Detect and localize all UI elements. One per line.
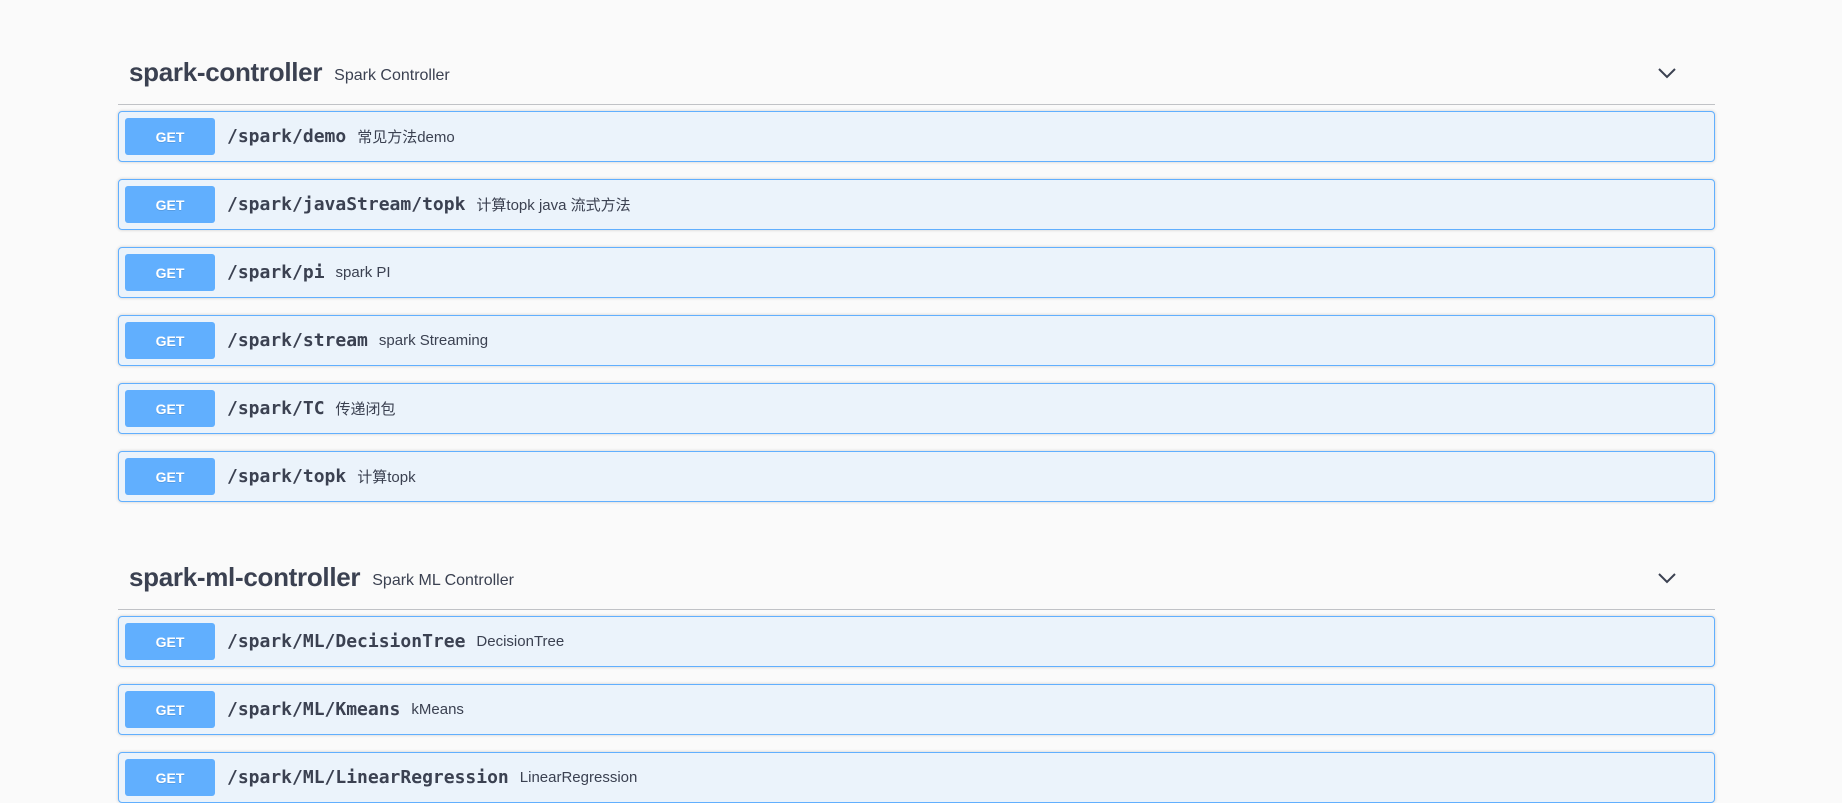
operation-row[interactable]: GET /spark/ML/LinearRegression LinearReg… bbox=[118, 752, 1715, 803]
operation-row[interactable]: GET /spark/javaStream/topk 计算topk java 流… bbox=[118, 179, 1715, 230]
operation-summary: 传递闭包 bbox=[335, 401, 396, 418]
swagger-operations-list: spark-controller Spark Controller GET /s… bbox=[118, 0, 1715, 803]
operation-row[interactable]: GET /spark/ML/Kmeans kMeans bbox=[118, 684, 1715, 735]
operation-path: /spark/topk bbox=[227, 466, 347, 487]
operation-row[interactable]: GET /spark/topk 计算topk bbox=[118, 451, 1715, 502]
chevron-down-icon[interactable] bbox=[1657, 66, 1677, 80]
operation-row[interactable]: GET /spark/stream spark Streaming bbox=[118, 315, 1715, 366]
tag-header-spark-ml-controller[interactable]: spark-ml-controller Spark ML Controller bbox=[118, 502, 1715, 610]
operation-row[interactable]: GET /spark/pi spark PI bbox=[118, 247, 1715, 298]
operation-summary: LinearRegression bbox=[519, 769, 638, 786]
operation-path: /spark/ML/Kmeans bbox=[227, 699, 401, 720]
operation-summary: spark Streaming bbox=[378, 332, 489, 349]
method-badge: GET bbox=[125, 186, 215, 223]
operation-row[interactable]: GET /spark/demo 常见方法demo bbox=[118, 111, 1715, 162]
operation-summary: spark PI bbox=[335, 264, 391, 281]
operation-path: /spark/demo bbox=[227, 126, 347, 147]
method-badge: GET bbox=[125, 322, 215, 359]
tag-description: Spark Controller bbox=[334, 67, 450, 84]
operation-summary: 常见方法demo bbox=[357, 129, 455, 146]
operation-path: /spark/ML/LinearRegression bbox=[227, 767, 509, 788]
tag-title: spark-ml-controller bbox=[129, 562, 361, 592]
operation-path: /spark/TC bbox=[227, 398, 325, 419]
operation-path: /spark/javaStream/topk bbox=[227, 194, 466, 215]
method-badge: GET bbox=[125, 623, 215, 660]
method-badge: GET bbox=[125, 118, 215, 155]
operation-summary: 计算topk java 流式方法 bbox=[476, 197, 631, 214]
tag-header-spark-controller[interactable]: spark-controller Spark Controller bbox=[118, 0, 1715, 105]
operation-path: /spark/stream bbox=[227, 330, 368, 351]
operation-path: /spark/pi bbox=[227, 262, 325, 283]
method-badge: GET bbox=[125, 759, 215, 796]
tag-description: Spark ML Controller bbox=[372, 572, 514, 589]
method-badge: GET bbox=[125, 254, 215, 291]
chevron-down-icon[interactable] bbox=[1657, 571, 1677, 585]
method-badge: GET bbox=[125, 691, 215, 728]
operation-summary: 计算topk bbox=[357, 469, 416, 486]
operation-summary: kMeans bbox=[411, 701, 464, 718]
operation-summary: DecisionTree bbox=[476, 633, 565, 650]
tag-title: spark-controller bbox=[129, 57, 323, 87]
operation-path: /spark/ML/DecisionTree bbox=[227, 631, 466, 652]
method-badge: GET bbox=[125, 458, 215, 495]
operation-row[interactable]: GET /spark/ML/DecisionTree DecisionTree bbox=[118, 616, 1715, 667]
method-badge: GET bbox=[125, 390, 215, 427]
operation-row[interactable]: GET /spark/TC 传递闭包 bbox=[118, 383, 1715, 434]
